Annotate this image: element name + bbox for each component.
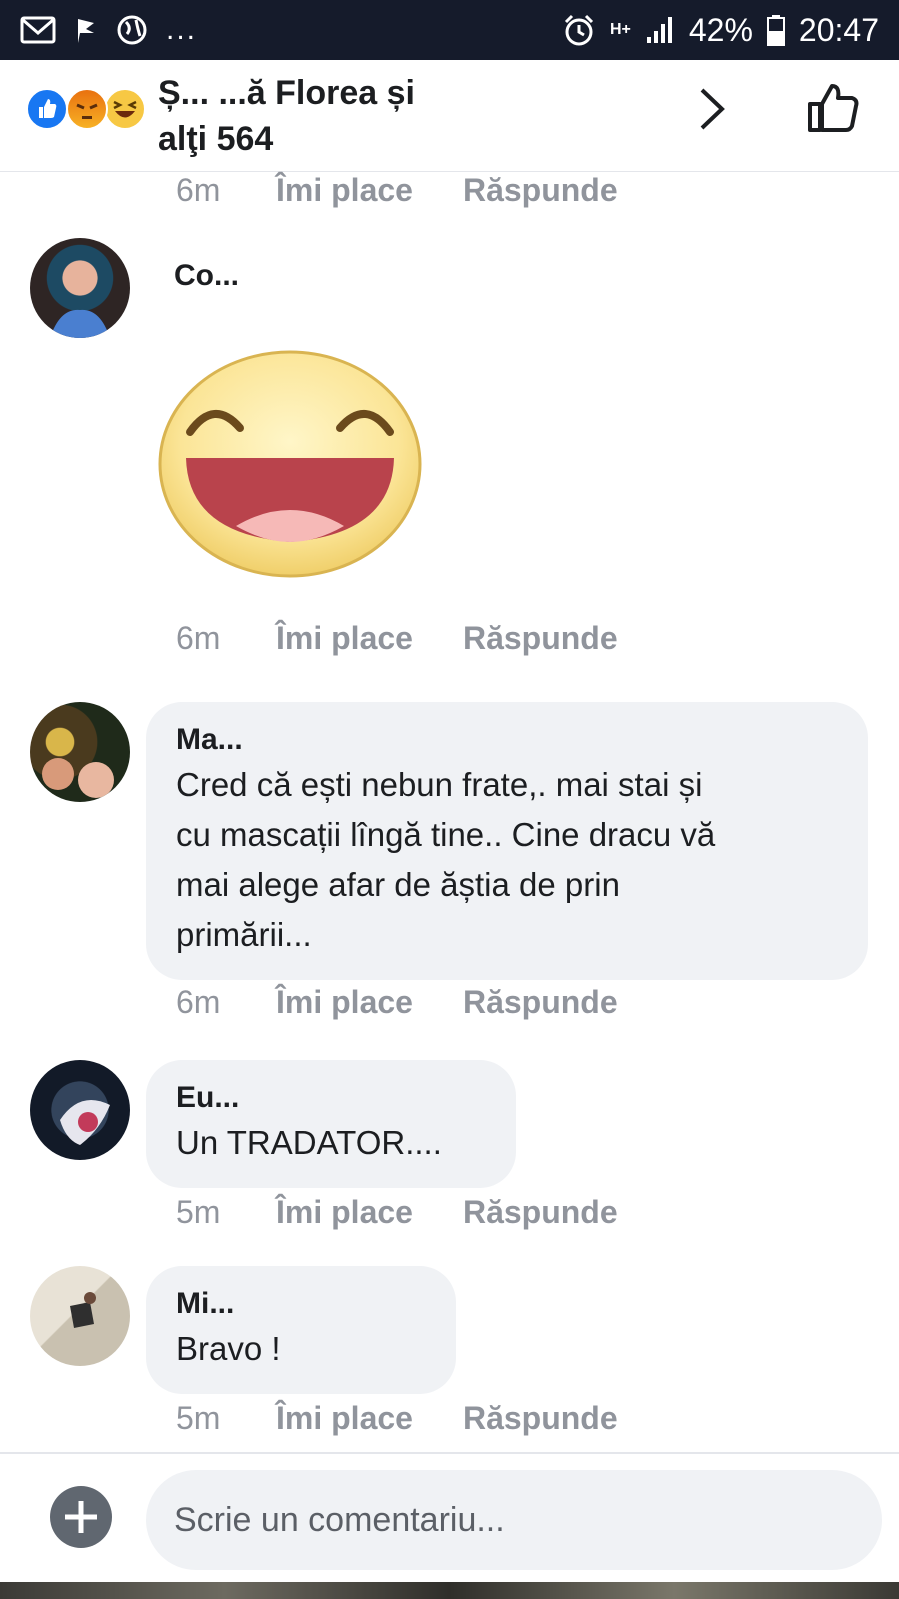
comment-item: Eu... Un TRADATOR.... 5m Îmi place Răspu… (0, 1060, 899, 1240)
comment-text: Un TRADATOR.... (176, 1124, 442, 1161)
comment-author[interactable]: Mi... (176, 1284, 428, 1324)
reaction-icons[interactable] (26, 86, 150, 132)
comment-time: 6m (176, 984, 221, 1020)
comment-actions: 5m Îmi place Răspunde (176, 1194, 618, 1231)
comment-time: 5m (176, 1400, 221, 1436)
comment-text: Cred că ești nebun frate,. mai stai și c… (176, 766, 716, 953)
add-attachment-button[interactable] (50, 1486, 112, 1548)
avatar[interactable] (30, 1060, 130, 1160)
reactors-summary[interactable]: Ș... ...ă Florea și alţi 564 (158, 70, 678, 162)
reactions-header[interactable]: Ș... ...ă Florea și alţi 564 (0, 60, 899, 172)
clock: 20:47 (798, 11, 879, 48)
reply-comment-link[interactable]: Răspunde (463, 1400, 618, 1437)
like-reaction-icon (26, 88, 68, 130)
comment-composer (0, 1452, 899, 1582)
more-notifications-indicator: ... (166, 13, 198, 46)
network-type-label: H+ (609, 21, 631, 38)
comment-input[interactable] (146, 1470, 882, 1570)
avatar[interactable] (30, 1266, 130, 1366)
comment-item: 6m Îmi place Răspunde (0, 172, 899, 212)
like-comment-link[interactable]: Îmi place (276, 172, 413, 209)
comment-actions: 6m Îmi place Răspunde (176, 172, 618, 209)
angry-reaction-icon (66, 88, 108, 130)
flag-notification-icon (78, 19, 94, 43)
avatar[interactable] (30, 238, 130, 338)
comment-bubble[interactable]: Eu... Un TRADATOR.... (146, 1060, 516, 1188)
alarm-clock-icon (564, 14, 594, 46)
like-comment-link[interactable]: Îmi place (276, 1400, 413, 1437)
comment-bubble[interactable]: Mi... Bravo ! (146, 1266, 456, 1394)
reactors-count: alţi 564 (158, 120, 274, 158)
like-comment-link[interactable]: Îmi place (276, 1194, 413, 1231)
comment-item: Co... 6m Îmi place Răspunde (0, 236, 899, 666)
comment-author[interactable]: Eu... (176, 1078, 488, 1118)
comment-actions: 5m Îmi place Răspunde (176, 1400, 618, 1437)
comment-time: 5m (176, 1194, 221, 1230)
reactors-names: Ș... ...ă Florea și (158, 74, 415, 112)
status-bar: ... H+ 42% 20:47 (0, 0, 899, 60)
like-comment-link[interactable]: Îmi place (276, 984, 413, 1021)
comment-author[interactable]: Ma... (176, 720, 840, 760)
reply-comment-link[interactable]: Răspunde (463, 172, 618, 209)
chevron-right-icon[interactable] (690, 84, 734, 134)
avatar[interactable] (30, 702, 130, 802)
comment-actions: 6m Îmi place Răspunde (176, 620, 618, 657)
comment-time: 6m (176, 620, 221, 656)
battery-percent: 42% (688, 11, 753, 48)
gmail-icon (20, 16, 56, 44)
battery-icon (766, 15, 785, 46)
laughing-face-sticker (158, 350, 422, 578)
comment-time: 6m (176, 172, 221, 208)
reply-comment-link[interactable]: Răspunde (463, 620, 618, 657)
signal-strength-icon (646, 17, 672, 43)
like-comment-link[interactable]: Îmi place (276, 620, 413, 657)
browser-globe-icon (117, 15, 147, 45)
comment-text: Bravo ! (176, 1330, 281, 1367)
status-bar-notifications: ... (20, 12, 197, 48)
reply-comment-link[interactable]: Răspunde (463, 1194, 618, 1231)
comment-item: Ma... Cred că ești nebun frate,. mai sta… (0, 702, 899, 1032)
reply-comment-link[interactable]: Răspunde (463, 984, 618, 1021)
status-bar-system: H+ 42% 20:47 (562, 10, 879, 50)
comment-author[interactable]: Co... (174, 256, 239, 296)
thumbs-up-icon[interactable] (806, 80, 862, 136)
bottom-edge-strip (0, 1582, 899, 1599)
comment-bubble[interactable]: Ma... Cred că ești nebun frate,. mai sta… (146, 702, 868, 980)
haha-reaction-icon (104, 88, 146, 130)
comment-actions: 6m Îmi place Răspunde (176, 984, 618, 1021)
comment-item: Mi... Bravo ! 5m Îmi place Răspunde (0, 1266, 899, 1446)
